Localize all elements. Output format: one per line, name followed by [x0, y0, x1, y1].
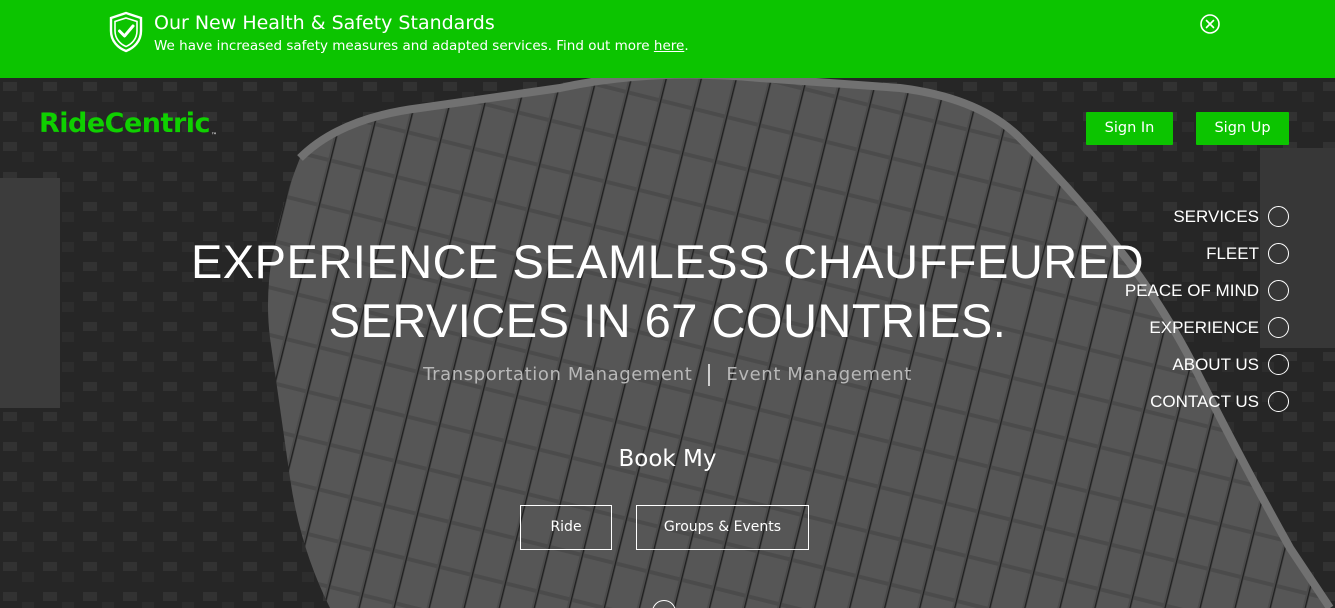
banner-here-link[interactable]: here: [654, 38, 684, 54]
banner-suffix: .: [684, 38, 689, 54]
tag-divider: [708, 364, 711, 386]
book-groups-events-button[interactable]: Groups & Events: [636, 505, 809, 550]
nav-circle-icon: [1268, 391, 1289, 412]
tag-event: Event Management: [726, 364, 912, 385]
book-ride-button[interactable]: Ride: [520, 505, 612, 550]
hero-section: RideCentric™ Sign In Sign Up SERVICES FL…: [0, 78, 1335, 608]
logo-trademark: ™: [211, 132, 217, 139]
nav-label: SERVICES: [1173, 206, 1259, 226]
ridecentric-logo[interactable]: RideCentric™: [39, 108, 217, 139]
tag-transportation: Transportation Management: [423, 364, 693, 385]
close-icon[interactable]: [1199, 13, 1221, 35]
shield-check-icon: [109, 11, 143, 53]
banner-subtitle: We have increased safety measures and ad…: [154, 38, 689, 54]
banner-text: We have increased safety measures and ad…: [154, 38, 654, 54]
headline-line-1: EXPERIENCE SEAMLESS CHAUFFEURED: [190, 235, 1145, 288]
nav-label: CONTACT US: [1150, 391, 1259, 411]
logo-text: RideCentric: [39, 108, 211, 139]
hero-tagline: Transportation Management Event Managemen…: [0, 364, 1335, 386]
health-safety-banner: Our New Health & Safety Standards We hav…: [0, 0, 1335, 78]
book-my-label: Book My: [618, 446, 717, 472]
headline-line-2: SERVICES IN 67 COUNTRIES.: [328, 294, 1007, 347]
sign-up-button[interactable]: Sign Up: [1196, 112, 1289, 145]
nav-circle-icon: [1268, 206, 1289, 227]
sign-in-button[interactable]: Sign In: [1086, 112, 1173, 145]
nav-item-services[interactable]: SERVICES: [1125, 198, 1289, 235]
nav-item-contact-us[interactable]: CONTACT US: [1125, 383, 1289, 420]
hero-headline: EXPERIENCE SEAMLESS CHAUFFEURED SERVICES…: [0, 232, 1335, 350]
banner-title: Our New Health & Safety Standards: [154, 12, 495, 34]
